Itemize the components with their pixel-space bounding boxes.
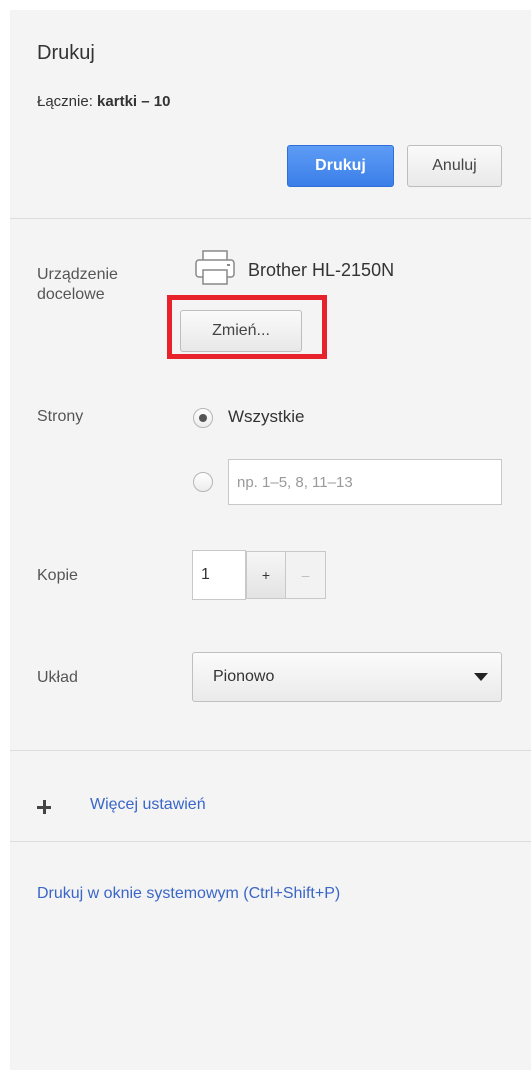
pages-all-radio[interactable] xyxy=(193,408,213,428)
pages-custom-input[interactable] xyxy=(228,459,502,505)
destination-label: Urządzenie docelowe xyxy=(37,266,118,303)
system-dialog-link[interactable]: Drukuj w oknie systemowym (Ctrl+Shift+P) xyxy=(37,885,340,903)
plus-icon[interactable] xyxy=(37,800,51,814)
layout-select[interactable]: Pionowo xyxy=(192,652,502,702)
copies-input[interactable] xyxy=(192,550,246,600)
layout-select-value: Pionowo xyxy=(213,668,275,685)
printer-name: Brother HL-2150N xyxy=(248,260,395,280)
change-destination-button[interactable]: Zmień... xyxy=(180,310,302,352)
summary-value: kartki – 10 xyxy=(97,93,171,110)
printer-icon xyxy=(195,250,235,285)
copies-decrement-button[interactable]: – xyxy=(286,551,326,599)
cancel-button[interactable]: Anuluj xyxy=(407,145,502,187)
footer-divider xyxy=(10,841,531,842)
copies-increment-button[interactable]: + xyxy=(246,551,286,599)
pages-label: Strony xyxy=(37,408,84,425)
radio-selected-dot xyxy=(199,414,207,422)
copies-label: Kopie xyxy=(37,567,78,584)
print-settings-panel: Drukuj Łącznie: kartki – 10 Drukuj Anulu… xyxy=(10,10,531,1070)
print-button[interactable]: Drukuj xyxy=(287,145,394,187)
pages-all-label: Wszystkie xyxy=(228,407,305,426)
dialog-title: Drukuj xyxy=(37,42,95,64)
header-divider xyxy=(10,218,531,219)
more-settings-link[interactable]: Więcej ustawień xyxy=(90,796,206,814)
settings-divider xyxy=(10,750,531,751)
sheet-summary: Łącznie: kartki – 10 xyxy=(37,93,170,110)
pages-custom-radio[interactable] xyxy=(193,472,213,492)
summary-label: Łącznie: xyxy=(37,93,98,110)
layout-label: Układ xyxy=(37,669,78,686)
chevron-down-icon xyxy=(474,673,488,681)
